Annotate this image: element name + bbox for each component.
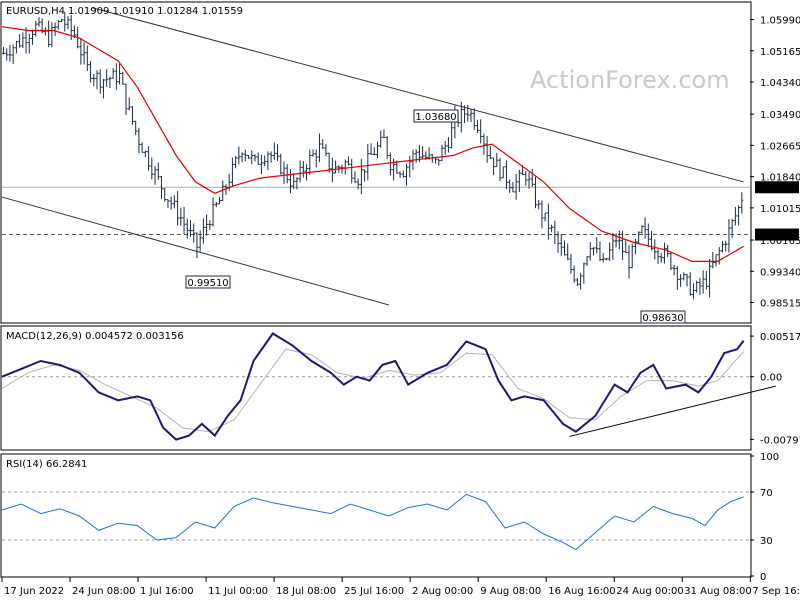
rsi-axis-label: 0	[760, 572, 766, 583]
rsi-axis-label: 100	[760, 452, 779, 463]
price-axis-label: 1.03490	[760, 110, 800, 121]
macd-axis-label: 0.00517	[760, 332, 800, 343]
rsi-axis-label: 70	[760, 488, 773, 499]
price-chart: ActionForex.com 1.03680 0.99510 0.98630 1.…	[0, 1, 800, 597]
price-axis-label: 1.05165	[760, 47, 800, 58]
time-axis-label: 11 Jul 00:00	[208, 586, 268, 597]
ohlc-header: 1.01909 1.01910 1.01284 1.01559	[68, 6, 243, 17]
time-axis-label: 7 Sep 16:00	[752, 586, 800, 597]
price-axis-label: 1.02665	[760, 141, 800, 152]
price-axis-label: 0.99340	[760, 267, 800, 278]
rsi-axis-label: 30	[760, 536, 773, 547]
time-axis-label: 25 Jul 16:00	[344, 586, 404, 597]
time-axis-label: 9 Aug 08:00	[480, 586, 541, 597]
price-annotation: 0.98630	[640, 310, 686, 324]
price-tag: 1.00310	[755, 228, 799, 242]
watermark: ActionForex.com	[530, 66, 730, 94]
macd-axis-label: -0.007979	[760, 435, 800, 446]
price-axis-label: 1.04340	[760, 78, 800, 89]
chart-title: EURUSD,H4	[6, 6, 65, 17]
time-axis-label: 16 Aug 16:00	[548, 586, 615, 597]
time-axis-label: 18 Jul 08:00	[276, 586, 336, 597]
macd-title: MACD(12,26,9) 0.004572 0.003156	[6, 331, 184, 342]
annotation-label: 0.99510	[187, 278, 228, 289]
time-axis-label: 24 Aug 00:00	[616, 586, 683, 597]
rsi-title: RSI(14) 66.2841	[6, 459, 87, 470]
price-tag: 1.01559	[755, 181, 799, 194]
price-panel	[0, 1, 752, 324]
time-axis-label: 2 Aug 00:00	[412, 586, 473, 597]
price-annotation: 0.99510	[185, 275, 231, 289]
price-tag-label: 1.00310	[756, 231, 797, 242]
time-axis-label: 17 Jun 2022	[4, 586, 64, 597]
price-annotation: 1.03680	[413, 109, 459, 123]
annotation-label: 1.03680	[415, 112, 456, 123]
price-tag-label: 1.01559	[756, 183, 797, 194]
annotation-label: 0.98630	[642, 313, 683, 324]
time-axis-label: 31 Aug 08:00	[684, 586, 751, 597]
price-axis-label: 1.05990	[760, 16, 800, 27]
time-axis-label: 1 Jul 16:00	[140, 586, 194, 597]
rsi-panel	[0, 453, 752, 578]
macd-axis-label: 0.00	[760, 373, 782, 384]
price-axis-label: 1.01015	[760, 204, 800, 215]
time-axis-label: 24 Jun 08:00	[72, 586, 136, 597]
price-axis-label: 0.98515	[760, 299, 800, 310]
